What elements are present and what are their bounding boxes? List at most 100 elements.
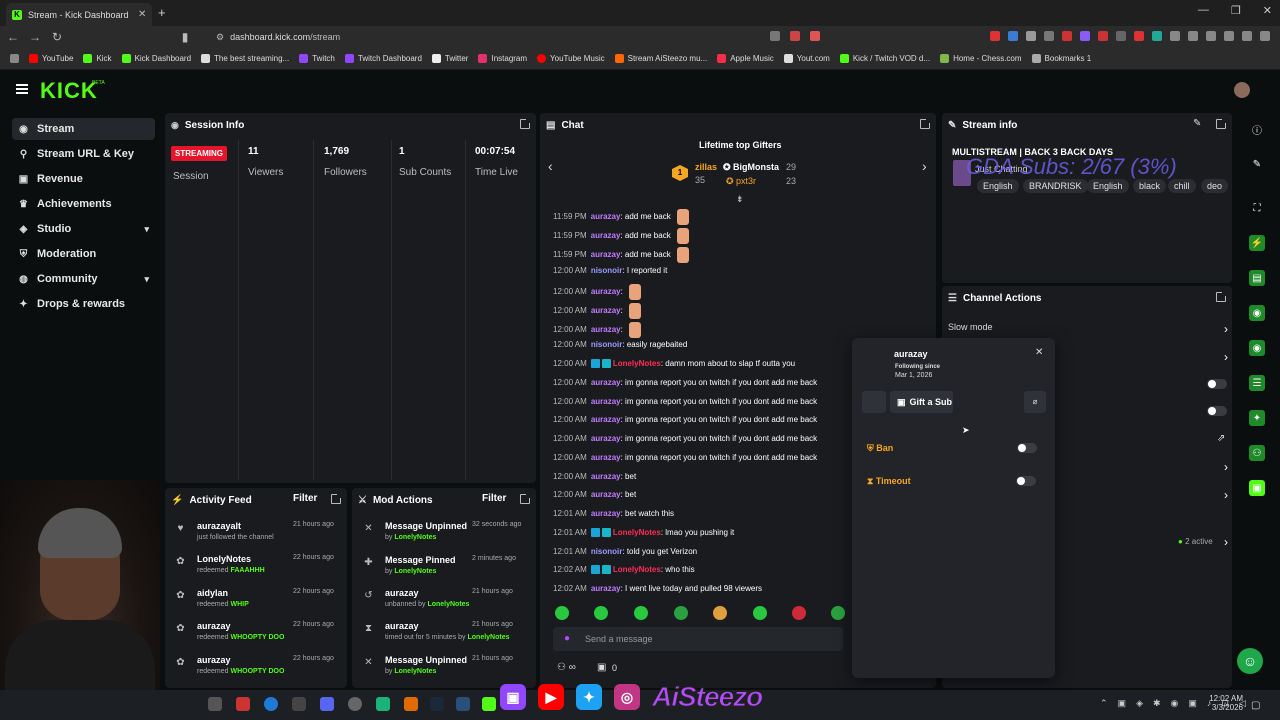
sidebar-item-achievements[interactable]: ♛ Achievements	[12, 193, 155, 215]
browser-tab[interactable]: K Stream - Kick Dashboard ✕	[6, 3, 152, 26]
notes-icon[interactable]: ▤	[1249, 270, 1265, 286]
popout-icon[interactable]	[1216, 291, 1227, 302]
chevron-up-icon[interactable]: ⌃	[1100, 698, 1108, 709]
info-icon[interactable]: ⓘ	[1249, 121, 1265, 137]
minimize-icon[interactable]: —	[1198, 4, 1209, 17]
extension-icon[interactable]	[1044, 31, 1054, 41]
chart-icon[interactable]: ⇗	[1217, 433, 1225, 444]
bookmark-item[interactable]: Stream AiSteezo mu...	[614, 54, 707, 63]
chat-icon[interactable]: ◉	[1249, 305, 1265, 321]
bookmark-item[interactable]: Twitter	[431, 54, 468, 63]
reload-icon[interactable]: ↻	[48, 30, 66, 44]
tray-app-icon[interactable]: ✱	[1153, 698, 1161, 709]
chevron-right-icon[interactable]: ›	[1224, 460, 1228, 474]
extension-icon[interactable]	[810, 31, 820, 41]
chevron-right-icon[interactable]: ›	[922, 158, 927, 174]
sidebar-item-community[interactable]: ◍ Community ▾	[12, 268, 155, 290]
taskbar-app-icon[interactable]	[208, 697, 222, 711]
extension-icon[interactable]	[1098, 31, 1108, 41]
toggle-switch[interactable]	[1207, 406, 1227, 416]
bookmark-item[interactable]: Kick	[83, 54, 112, 63]
bookmark-item[interactable]: The best streaming...	[201, 54, 289, 63]
sidebar-icon[interactable]	[1206, 31, 1216, 41]
taskbar-app-icon[interactable]	[376, 697, 390, 711]
edit-icon[interactable]: ✎	[1249, 156, 1265, 172]
extension-icon[interactable]	[1026, 31, 1036, 41]
brave-shield-icon[interactable]	[1242, 31, 1252, 41]
popout-icon[interactable]	[1216, 118, 1227, 129]
bookmark-item[interactable]: Apple Music	[717, 54, 774, 63]
extension-icon[interactable]	[1008, 31, 1018, 41]
sidebar-item-revenue[interactable]: ▣ Revenue	[12, 168, 155, 190]
bookmark-item[interactable]: Kick / Twitch VOD d...	[839, 54, 930, 63]
bookmark-item[interactable]: YouTube	[29, 54, 73, 63]
wrench-icon[interactable]: ✦	[1249, 410, 1265, 426]
emote-icon[interactable]	[634, 606, 648, 620]
emote-icon[interactable]	[555, 606, 569, 620]
taskbar-app-icon[interactable]	[236, 697, 250, 711]
broadcast-icon[interactable]: ◉	[1249, 340, 1265, 356]
site-info-icon[interactable]: ⚙	[216, 32, 224, 43]
url-field[interactable]: ⚙ dashboard.kick.com/stream	[216, 32, 340, 43]
taskbar-app-icon[interactable]	[348, 697, 362, 711]
new-tab-icon[interactable]: +	[158, 5, 166, 20]
timeout-toggle[interactable]	[1016, 476, 1036, 486]
hamburger-menu-icon[interactable]	[16, 84, 28, 94]
popout-icon[interactable]	[920, 118, 931, 129]
apps-icon[interactable]	[10, 54, 19, 63]
gift-icon[interactable]: ▣	[597, 662, 606, 673]
discord-icon[interactable]	[320, 697, 334, 711]
emote-icon[interactable]	[831, 606, 845, 620]
emote-icon[interactable]	[713, 606, 727, 620]
puzzle-icon[interactable]	[1170, 31, 1180, 41]
extension-icon[interactable]	[1080, 31, 1090, 41]
back-icon[interactable]: ←	[4, 30, 22, 44]
extension-icon[interactable]	[1134, 31, 1144, 41]
bookmark-item[interactable]: Twitch	[299, 54, 335, 63]
pin-icon[interactable]: ⌀	[1024, 391, 1046, 413]
popout-icon[interactable]	[520, 493, 531, 504]
avatar[interactable]	[1234, 82, 1250, 98]
sidebar-item-stream[interactable]: ◉ Stream	[12, 118, 155, 140]
extension-icon[interactable]	[790, 31, 800, 41]
edge-icon[interactable]	[264, 697, 278, 711]
collapse-icon[interactable]: ⇟	[736, 194, 744, 205]
forward-icon[interactable]: →	[26, 30, 44, 44]
share-icon[interactable]	[770, 31, 780, 41]
maximize-icon[interactable]: ❐	[1231, 4, 1241, 17]
kick-taskbar-icon[interactable]	[482, 697, 496, 711]
tray-app-icon[interactable]: ◉	[1171, 698, 1179, 709]
bookmark-item[interactable]: Instagram	[478, 54, 527, 63]
chevron-left-icon[interactable]: ‹	[548, 158, 553, 174]
popout-icon[interactable]	[331, 493, 342, 504]
tray-app-icon[interactable]: ▣	[1118, 698, 1127, 709]
chevron-right-icon[interactable]: ›	[1224, 488, 1228, 502]
bookmark-folder[interactable]: Bookmarks 1	[1031, 54, 1091, 63]
kick-logo[interactable]: KICK	[40, 78, 98, 104]
sidebar-item-moderation[interactable]: ⛨ Moderation	[12, 243, 155, 265]
support-chat-icon[interactable]: ☺	[1237, 648, 1263, 674]
bookmark-item[interactable]: Twitch Dashboard	[344, 54, 422, 63]
taskbar-app-icon[interactable]	[404, 697, 418, 711]
emote-icon[interactable]	[674, 606, 688, 620]
edit-icon[interactable]: ✎	[1193, 118, 1201, 129]
lightning-icon[interactable]: ⚡	[1249, 235, 1265, 251]
emote-icon[interactable]	[753, 606, 767, 620]
media-icon[interactable]	[1188, 31, 1198, 41]
community-icon[interactable]: ⚇	[1249, 445, 1265, 461]
close-tab-icon[interactable]: ✕	[138, 9, 152, 20]
chevron-right-icon[interactable]: ›	[1224, 535, 1228, 549]
extension-icon[interactable]	[1116, 31, 1126, 41]
tray-app-icon[interactable]: ◈	[1136, 698, 1143, 709]
bookmark-item[interactable]: Home - Chess.com	[940, 54, 1022, 63]
bookmark-item[interactable]: YouTube Music	[537, 54, 605, 63]
extension-icon[interactable]	[990, 31, 1000, 41]
filter-button[interactable]: Filter	[482, 493, 506, 504]
tray-app-icon[interactable]: ▣	[1188, 698, 1197, 709]
chevron-right-icon[interactable]: ›	[1224, 350, 1228, 364]
close-window-icon[interactable]: ✕	[1263, 4, 1272, 17]
steam-icon[interactable]	[430, 697, 444, 711]
emote-icon[interactable]	[792, 606, 806, 620]
popout-icon[interactable]	[520, 118, 531, 129]
close-icon[interactable]: ✕	[1035, 347, 1043, 358]
